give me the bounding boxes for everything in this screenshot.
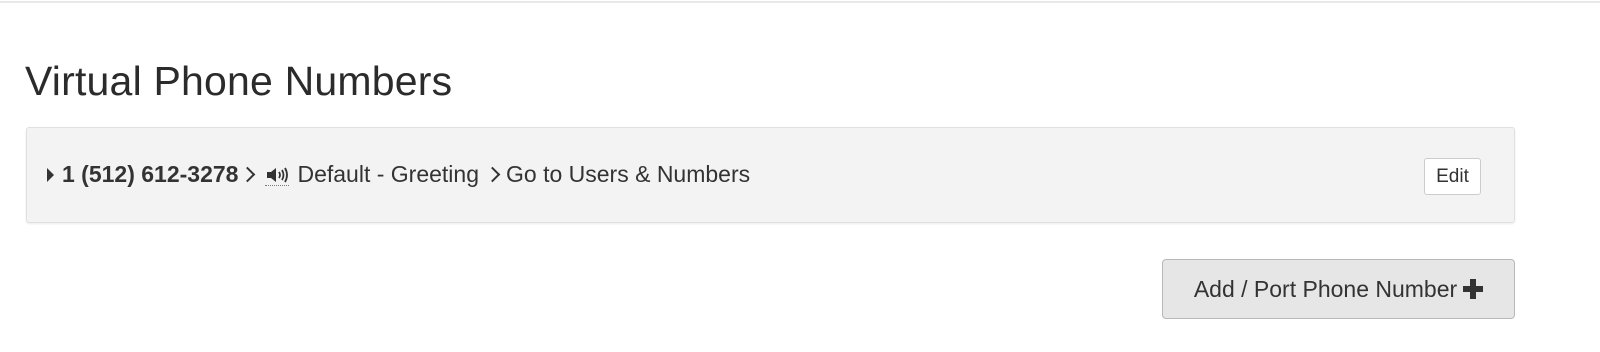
top-divider <box>0 0 1600 3</box>
expand-caret-icon[interactable] <box>47 167 54 182</box>
add-port-label: Add / Port Phone Number <box>1193 275 1458 302</box>
page-title: Virtual Phone Numbers <box>25 58 453 104</box>
speaker-icon <box>265 164 290 186</box>
phone-number-row: 1 (512) 612-3278 Default - Greeting Go t… <box>26 127 1515 223</box>
edit-button[interactable]: Edit <box>1424 158 1481 195</box>
plus-icon <box>1463 279 1484 299</box>
phone-number: 1 (512) 612-3278 <box>62 161 239 187</box>
number-routing-summary[interactable]: 1 (512) 612-3278 Default - Greeting Go t… <box>47 161 750 188</box>
chevron-right-icon <box>484 166 501 183</box>
add-port-phone-number-button[interactable]: Add / Port Phone Number <box>1162 259 1515 319</box>
routing-destination: Go to Users & Numbers <box>506 161 751 187</box>
greeting-name: Default - Greeting <box>297 161 479 187</box>
chevron-right-icon <box>240 166 256 183</box>
